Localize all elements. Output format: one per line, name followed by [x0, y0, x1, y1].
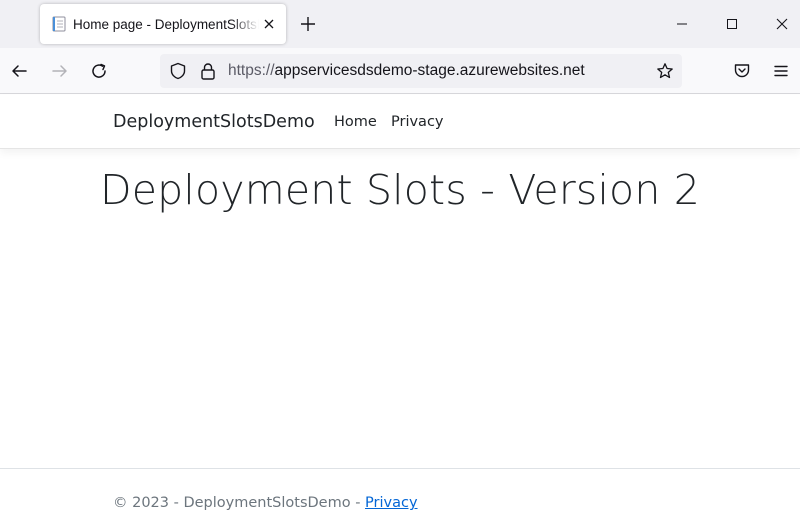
footer-divider — [0, 468, 800, 469]
maximize-icon[interactable] — [722, 14, 742, 34]
bookmark-star-icon[interactable] — [654, 60, 676, 82]
reload-icon[interactable] — [88, 60, 110, 82]
new-tab-icon[interactable] — [298, 14, 318, 34]
site-navbar: DeploymentSlotsDemo Home Privacy — [0, 95, 800, 149]
site-footer: © 2023 - DeploymentSlotsDemo - Privacy — [113, 495, 418, 511]
url-text[interactable]: https://appservicesdsdemo-stage.azureweb… — [228, 62, 585, 80]
shield-icon[interactable] — [168, 60, 188, 82]
favicon-page-icon — [51, 16, 67, 32]
footer-copyright: © 2023 - DeploymentSlotsDemo - — [113, 495, 366, 511]
forward-arrow-icon[interactable] — [49, 60, 71, 82]
nav-link-home[interactable]: Home — [334, 114, 377, 130]
minimize-icon[interactable] — [672, 14, 692, 34]
url-host: appservicesdsdemo-stage.azurewebsites.ne… — [274, 62, 585, 79]
tab-close-icon[interactable] — [261, 16, 277, 32]
url-scheme: https:// — [228, 62, 275, 79]
window-close-icon[interactable] — [772, 14, 792, 34]
lock-icon[interactable] — [198, 60, 218, 82]
pocket-icon[interactable] — [731, 60, 753, 82]
footer-privacy-link[interactable]: Privacy — [365, 495, 418, 511]
tab-title: Home page - DeploymentSlotsDemo — [73, 16, 259, 32]
back-arrow-icon[interactable] — [8, 60, 30, 82]
page-heading: Deployment Slots - Version 2 — [99, 166, 701, 214]
address-bar[interactable]: https://appservicesdsdemo-stage.azureweb… — [160, 54, 682, 88]
nav-link-privacy[interactable]: Privacy — [391, 114, 444, 130]
browser-tab[interactable]: Home page - DeploymentSlotsDemo — [40, 4, 286, 44]
menu-icon[interactable] — [770, 60, 792, 82]
tab-strip: Home page - DeploymentSlotsDemo — [0, 0, 800, 48]
browser-toolbar: https://appservicesdsdemo-stage.azureweb… — [0, 48, 800, 94]
site-brand-link[interactable]: DeploymentSlotsDemo — [113, 112, 315, 132]
